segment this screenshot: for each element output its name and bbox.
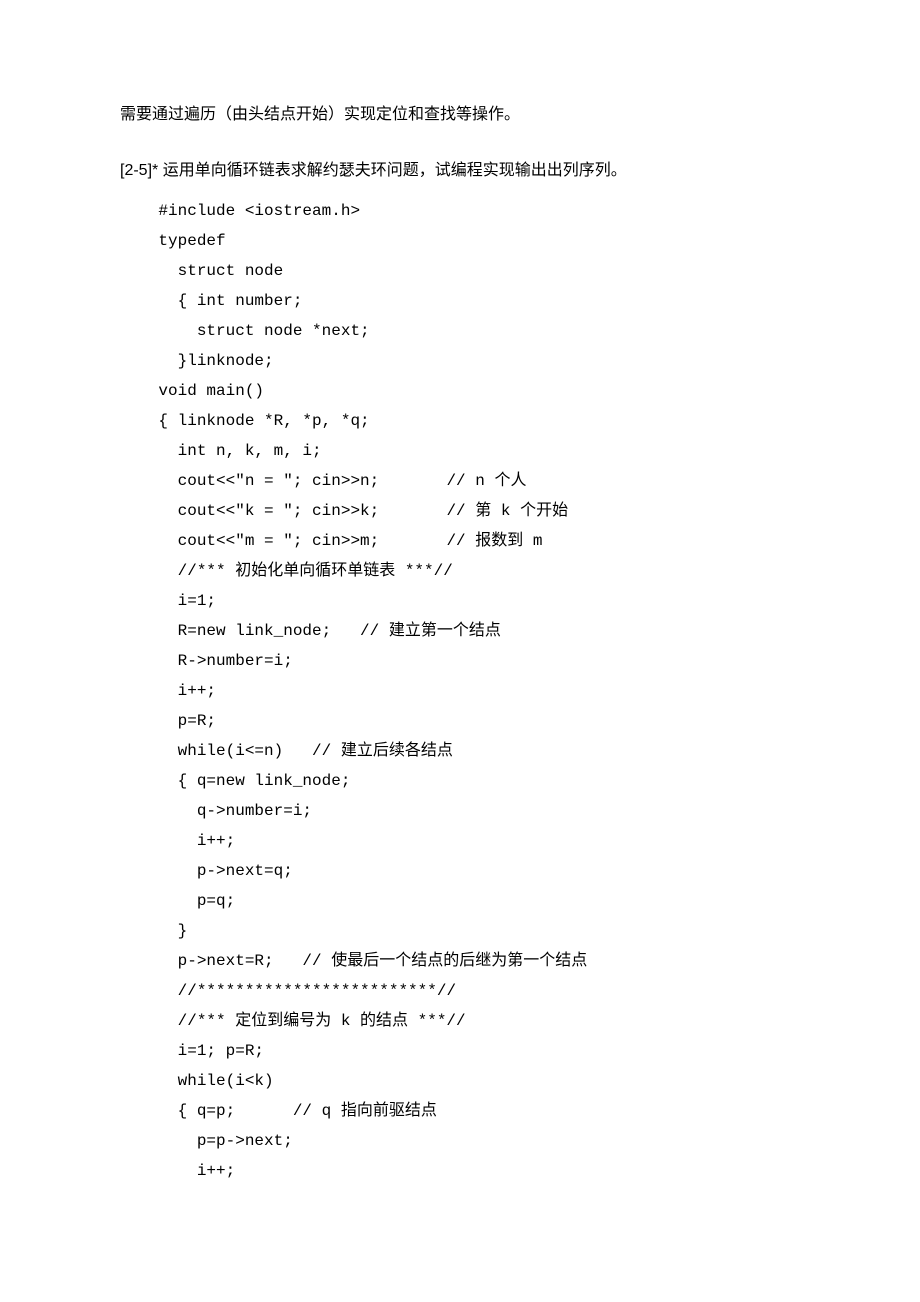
code-line: R->number=i; — [120, 646, 800, 676]
code-line: while(i<k) — [120, 1066, 800, 1096]
code-line: { q=p; // q 指向前驱结点 — [120, 1096, 800, 1126]
code-line: //*** 初始化单向循环单链表 ***// — [120, 556, 800, 586]
code-line: while(i<=n) // 建立后续各结点 — [120, 736, 800, 766]
code-line: p=p->next; — [120, 1126, 800, 1156]
code-line: p->next=R; // 使最后一个结点的后继为第一个结点 — [120, 946, 800, 976]
code-line: typedef — [120, 226, 800, 256]
code-line: { int number; — [120, 286, 800, 316]
spacer — [120, 140, 800, 156]
code-line: i=1; — [120, 586, 800, 616]
code-line: }linknode; — [120, 346, 800, 376]
code-line: p=q; — [120, 886, 800, 916]
code-line: q->number=i; — [120, 796, 800, 826]
code-line: cout<<"m = "; cin>>m; // 报数到 m — [120, 526, 800, 556]
code-line: i++; — [120, 826, 800, 856]
code-block: #include <iostream.h> typedef struct nod… — [120, 196, 800, 1186]
document-page: 需要通过遍历（由头结点开始）实现定位和查找等操作。 [2-5]* 运用单向循环链… — [0, 0, 920, 1246]
code-line: cout<<"n = "; cin>>n; // n 个人 — [120, 466, 800, 496]
code-line: struct node — [120, 256, 800, 286]
code-line: i++; — [120, 1156, 800, 1186]
code-line: i=1; p=R; — [120, 1036, 800, 1066]
code-line: #include <iostream.h> — [120, 196, 800, 226]
code-line: //*** 定位到编号为 k 的结点 ***// — [120, 1006, 800, 1036]
code-line: //*************************// — [120, 976, 800, 1006]
code-line: { linknode *R, *p, *q; — [120, 406, 800, 436]
intro-paragraph: 需要通过遍历（由头结点开始）实现定位和查找等操作。 — [120, 100, 800, 130]
code-line: p->next=q; — [120, 856, 800, 886]
code-line: cout<<"k = "; cin>>k; // 第 k 个开始 — [120, 496, 800, 526]
code-line: struct node *next; — [120, 316, 800, 346]
code-line: int n, k, m, i; — [120, 436, 800, 466]
question-paragraph: [2-5]* 运用单向循环链表求解约瑟夫环问题，试编程实现输出出列序列。 — [120, 156, 800, 186]
code-line: p=R; — [120, 706, 800, 736]
code-line: void main() — [120, 376, 800, 406]
code-line: i++; — [120, 676, 800, 706]
code-line: { q=new link_node; — [120, 766, 800, 796]
code-line: } — [120, 916, 800, 946]
code-line: R=new link_node; // 建立第一个结点 — [120, 616, 800, 646]
